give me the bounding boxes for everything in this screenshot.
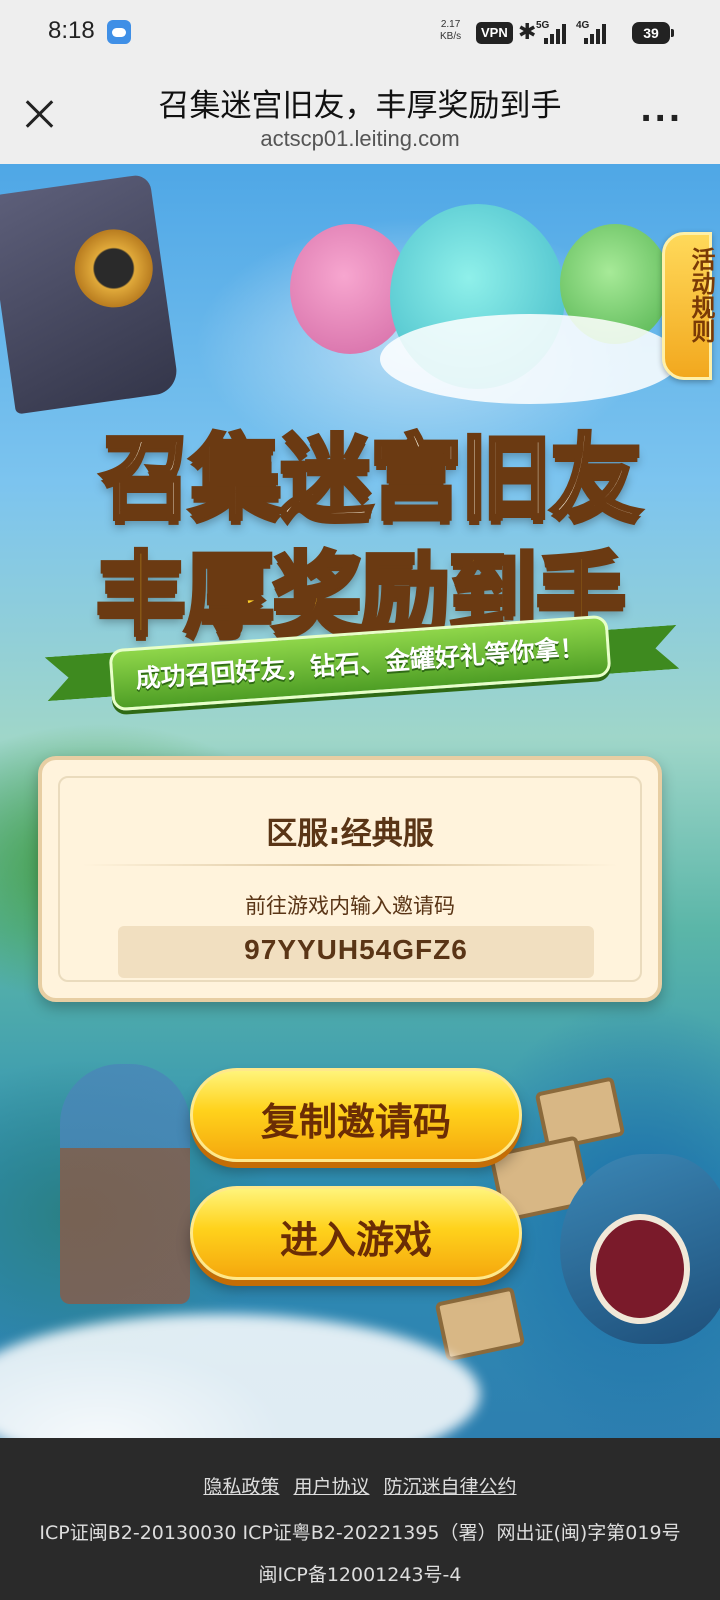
cannon-illustration (0, 173, 180, 415)
page-title: 召集迷宫旧友，丰厚奖励到手 (158, 88, 562, 124)
cloud-illustration (380, 314, 680, 404)
invite-hint: 前往游戏内输入邀请码 (245, 894, 455, 918)
user-agreement-link[interactable]: 用户协议 (293, 1476, 369, 1498)
footer: 隐私政策 用户协议 防沉迷自律公约 ICP证闽B2-20130030 ICP证粤… (0, 1438, 720, 1600)
copy-invite-code-button[interactable]: 复制邀请码 (190, 1068, 522, 1162)
page-url: actscp01.leiting.com (260, 126, 460, 151)
vpn-badge: VPN (476, 22, 513, 44)
event-hero: 活动规则 召集迷宫旧友 丰厚奖励到手 成功召回好友，钻石、金罐好礼等你拿！ 区服… (0, 164, 720, 1438)
more-menu-button[interactable]: ... (640, 94, 684, 128)
network-speed: 2.17 KB/s (440, 19, 462, 42)
close-icon[interactable] (20, 94, 60, 134)
invite-code: 97YYUH54GFZ6 (244, 934, 468, 965)
crate-illustration (434, 1286, 526, 1362)
signal-4g-icon: 4G (576, 20, 612, 46)
footer-links: 隐私政策 用户协议 防沉迷自律公约 (0, 1472, 720, 1499)
icp-record-text: 闽ICP备12001243号-4 (258, 1564, 462, 1586)
cloud-app-icon (107, 20, 131, 44)
bluetooth-icon: ✱ (518, 20, 537, 45)
browser-title-bar: 召集迷宫旧友，丰厚奖励到手 actscp01.leiting.com ... (0, 66, 720, 164)
card-divider (82, 864, 618, 866)
server-label: 区服:经典服 (266, 816, 434, 852)
status-bar: 8:18 2.17 KB/s VPN ✱ 5G 4G 39 (0, 0, 720, 66)
sea-monster-mouth (590, 1214, 690, 1324)
privacy-policy-link[interactable]: 隐私政策 (203, 1476, 279, 1498)
tower-illustration (60, 1064, 190, 1304)
logo-line-1: 召集迷宫旧友 (98, 423, 644, 534)
signal-5g-icon: 5G (536, 20, 572, 46)
battery-icon: 39 (632, 22, 674, 44)
clock: 8:18 (48, 17, 95, 44)
icp-license-text: ICP证闽B2-20130030 ICP证粤B2-20221395（署）网出证(… (39, 1522, 681, 1544)
rules-tab[interactable]: 活动规则 (662, 232, 715, 380)
invite-code-box: 97YYUH54GFZ6 (118, 926, 594, 978)
enter-game-button[interactable]: 进入游戏 (190, 1186, 522, 1280)
invite-code-card: 区服:经典服 前往游戏内输入邀请码 97YYUH54GFZ6 (38, 756, 662, 1002)
cloud-illustration (0, 1314, 480, 1438)
anti-addiction-link[interactable]: 防沉迷自律公约 (384, 1476, 517, 1498)
